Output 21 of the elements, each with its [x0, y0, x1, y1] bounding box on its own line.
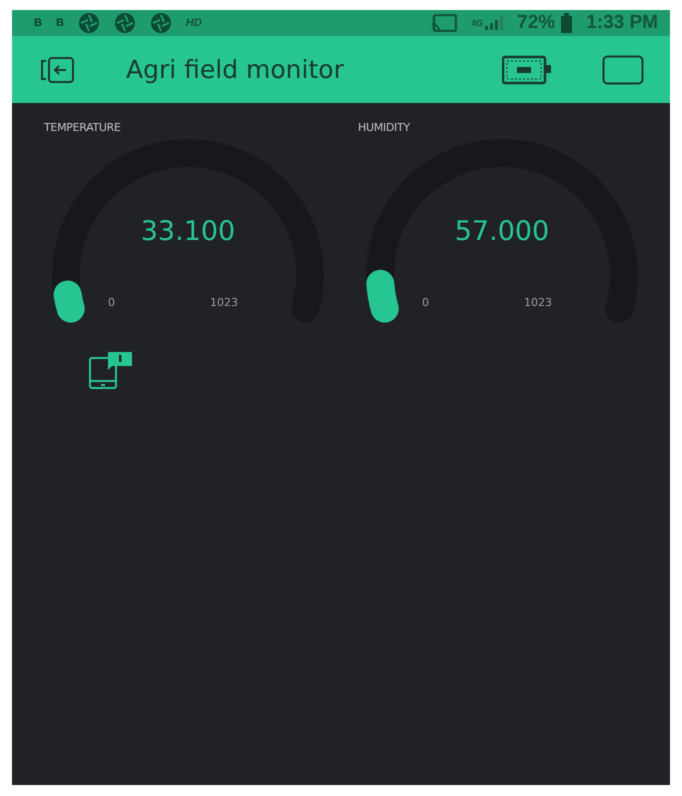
- status-letter: B: [34, 17, 42, 29]
- signal-icon: [485, 16, 504, 30]
- cast-icon: [431, 14, 458, 32]
- gauge-value: 57.000: [454, 216, 550, 247]
- gauge-max: 1023: [524, 296, 552, 309]
- hd-label: HD: [186, 17, 202, 29]
- network-type: 4G: [471, 18, 484, 28]
- battery-icon: [561, 13, 572, 33]
- gauge-min: 0: [108, 296, 115, 309]
- device-button[interactable]: [502, 54, 552, 84]
- back-button[interactable]: [40, 56, 76, 84]
- play-button[interactable]: [602, 54, 644, 84]
- clock: 1:33 PM: [586, 12, 658, 34]
- gauge-max: 1023: [210, 296, 238, 309]
- gauge-label: TEMPERATURE: [44, 121, 122, 134]
- gauge-min: 0: [422, 296, 429, 309]
- gauge-label: HUMIDITY: [358, 121, 411, 134]
- battery-percent: 72%: [517, 12, 556, 34]
- app-title: Agri field monitor: [126, 55, 345, 84]
- gauge-value: 33.100: [140, 216, 236, 247]
- status-letter: B: [56, 17, 64, 29]
